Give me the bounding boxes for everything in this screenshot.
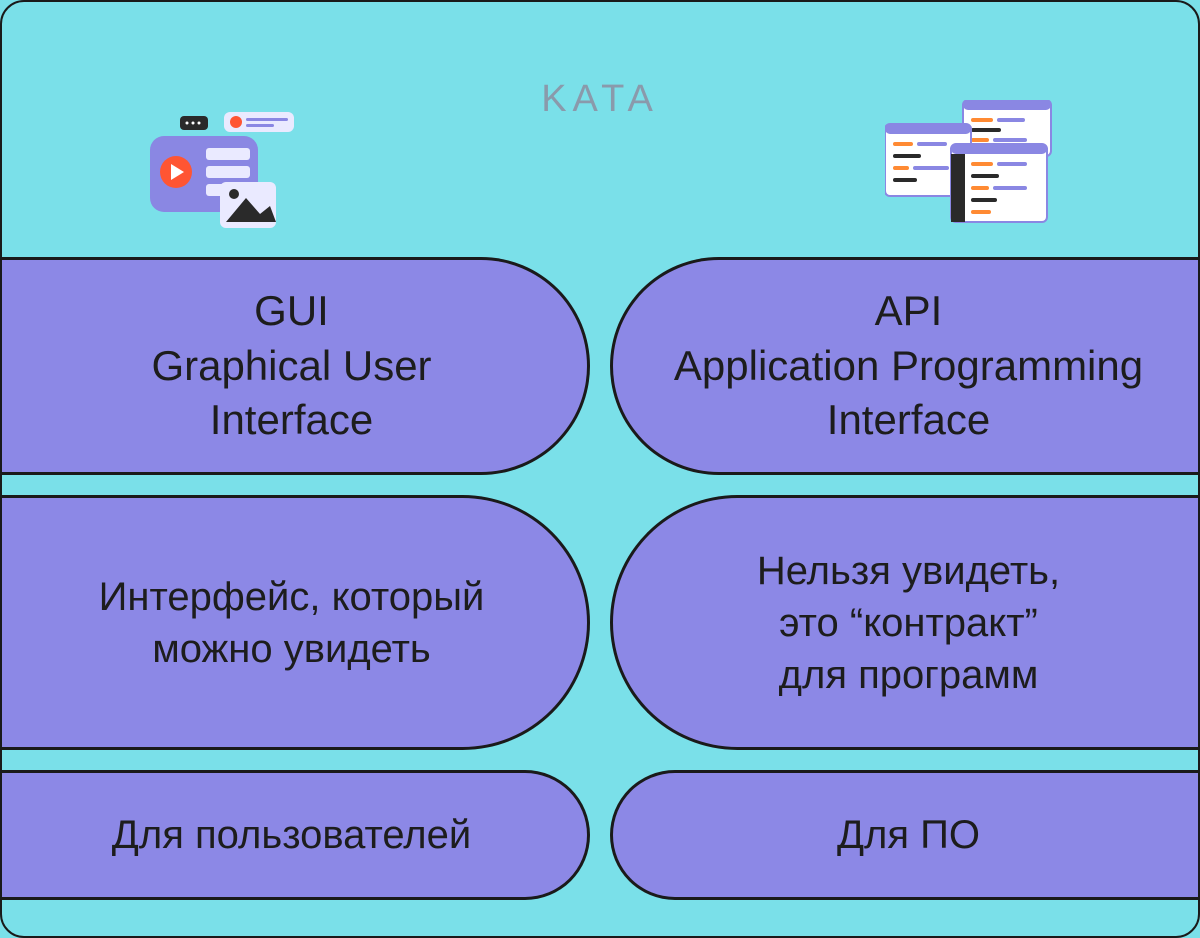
api-title-line: API (875, 284, 943, 339)
media-icon (150, 112, 300, 237)
gui-desc-line: Интерфейс, который (99, 571, 485, 623)
logo-text: KATA (541, 78, 659, 121)
api-desc-line: для программ (779, 649, 1039, 701)
gui-desc-pill: Интерфейс, который можно увидеть (0, 495, 590, 750)
api-desc-line: Нельзя увидеть, (757, 545, 1060, 597)
api-audience-text: Для ПО (837, 809, 980, 861)
gui-audience-pill: Для пользователей (0, 770, 590, 900)
gui-title-pill: GUI Graphical User Interface (0, 257, 590, 475)
api-audience-pill: Для ПО (610, 770, 1200, 900)
comparison-grid: GUI Graphical User Interface Интерфейс, … (0, 257, 1200, 900)
api-column: API Application Programming Interface Не… (610, 257, 1200, 900)
api-title-line: Application Programming (674, 339, 1143, 394)
gui-column: GUI Graphical User Interface Интерфейс, … (0, 257, 590, 900)
api-title-line: Interface (827, 393, 990, 448)
gui-title-line: GUI (254, 284, 329, 339)
gui-desc-line: можно увидеть (152, 623, 431, 675)
gui-title-line: Graphical User (151, 339, 431, 394)
gui-audience-text: Для пользователей (112, 809, 471, 861)
code-windows-icon (885, 100, 1055, 235)
api-desc-pill: Нельзя увидеть, это “контракт” для прогр… (610, 495, 1200, 750)
api-desc-line: это “контракт” (779, 597, 1038, 649)
gui-title-line: Interface (210, 393, 373, 448)
api-title-pill: API Application Programming Interface (610, 257, 1200, 475)
